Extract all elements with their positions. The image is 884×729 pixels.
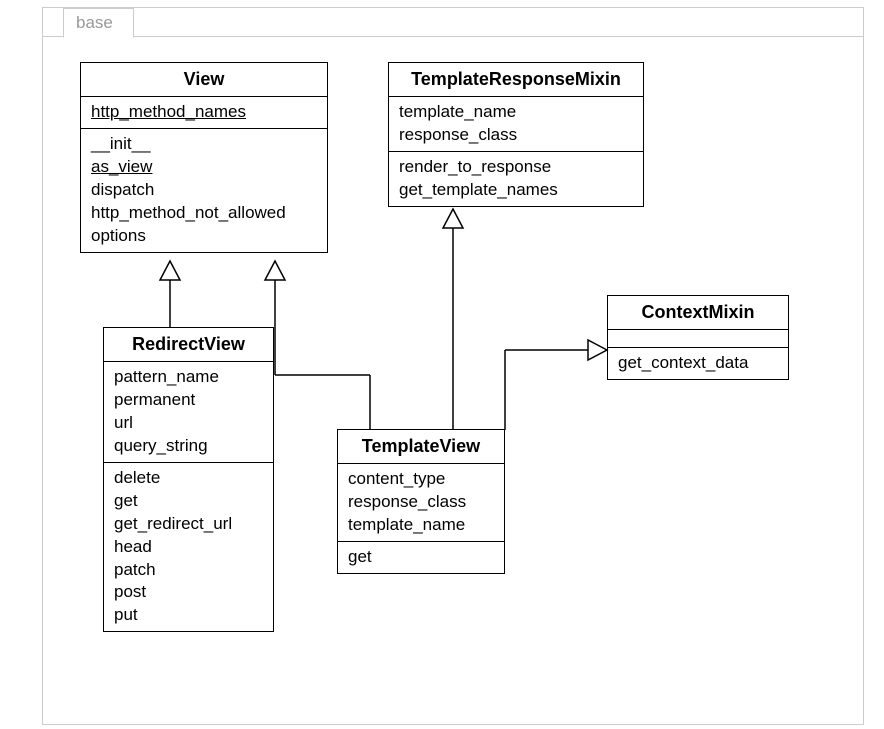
method: options — [91, 225, 317, 248]
attribute: template_name — [348, 514, 494, 537]
class-redirect-view-methods: delete get get_redirect_url head patch p… — [104, 463, 273, 632]
method: __init__ — [91, 133, 317, 156]
method: get_context_data — [618, 352, 778, 375]
attribute: template_name — [399, 101, 633, 124]
class-template-response-mixin-title: TemplateResponseMixin — [389, 63, 643, 97]
class-template-view: TemplateView content_type response_class… — [337, 429, 505, 574]
class-template-view-methods: get — [338, 542, 504, 573]
method: http_method_not_allowed — [91, 202, 317, 225]
method: get — [348, 546, 494, 569]
class-view-methods: __init__ as_view dispatch http_method_no… — [81, 129, 327, 252]
method: post — [114, 581, 263, 604]
attribute: query_string — [114, 435, 263, 458]
method: dispatch — [91, 179, 317, 202]
method: render_to_response — [399, 156, 633, 179]
attribute: response_class — [348, 491, 494, 514]
class-redirect-view-title: RedirectView — [104, 328, 273, 362]
package-label: base — [76, 13, 113, 32]
method: get_template_names — [399, 179, 633, 202]
class-view-title: View — [81, 63, 327, 97]
class-view-attributes: http_method_names — [81, 97, 327, 129]
class-context-mixin-title: ContextMixin — [608, 296, 788, 330]
method: patch — [114, 559, 263, 582]
method: get_redirect_url — [114, 513, 263, 536]
attribute: pattern_name — [114, 366, 263, 389]
attribute: http_method_names — [91, 101, 317, 124]
package-tab: base — [63, 8, 134, 38]
attribute: content_type — [348, 468, 494, 491]
attribute: permanent — [114, 389, 263, 412]
method: head — [114, 536, 263, 559]
class-redirect-view-attributes: pattern_name permanent url query_string — [104, 362, 273, 463]
class-template-view-attributes: content_type response_class template_nam… — [338, 464, 504, 542]
class-redirect-view: RedirectView pattern_name permanent url … — [103, 327, 274, 632]
class-context-mixin-attributes — [608, 330, 788, 348]
method: as_view — [91, 156, 317, 179]
attribute: url — [114, 412, 263, 435]
class-context-mixin: ContextMixin get_context_data — [607, 295, 789, 380]
class-view: View http_method_names __init__ as_view … — [80, 62, 328, 253]
method: get — [114, 490, 263, 513]
class-template-response-mixin: TemplateResponseMixin template_name resp… — [388, 62, 644, 207]
class-template-response-mixin-attributes: template_name response_class — [389, 97, 643, 152]
method: delete — [114, 467, 263, 490]
class-context-mixin-methods: get_context_data — [608, 348, 788, 379]
class-template-response-mixin-methods: render_to_response get_template_names — [389, 152, 643, 206]
attribute: response_class — [399, 124, 633, 147]
method: put — [114, 604, 263, 627]
class-template-view-title: TemplateView — [338, 430, 504, 464]
